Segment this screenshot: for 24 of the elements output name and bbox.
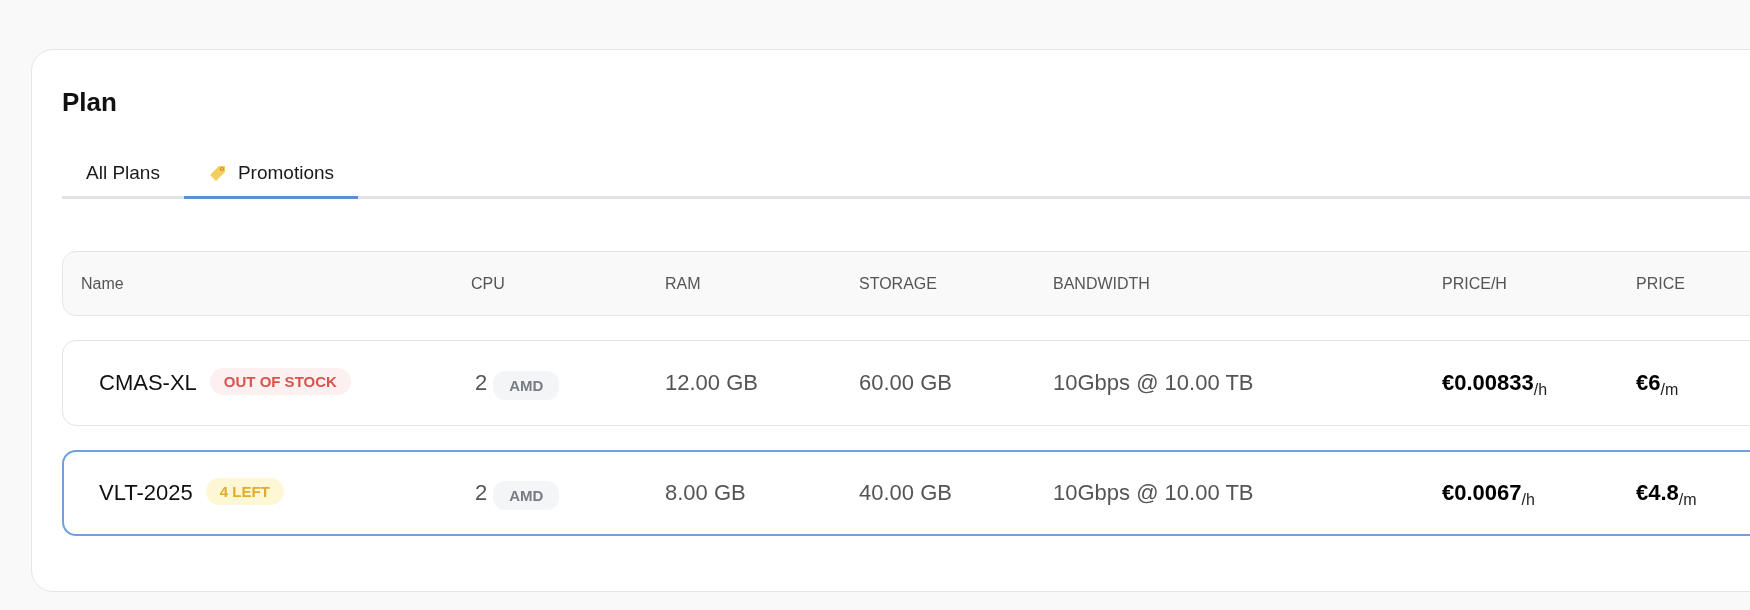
- cpu-count: 2: [475, 370, 488, 396]
- plan-name: CMAS-XL: [99, 370, 197, 396]
- bandwidth-value: 10Gbps @ 10.00 TB: [1053, 370, 1255, 396]
- column-header: BANDWIDTH: [1053, 274, 1151, 293]
- column-header: Name: [81, 274, 125, 293]
- cpu-vendor-badge: AMD: [493, 370, 560, 400]
- ram-value: 8.00 GB: [665, 480, 747, 506]
- page-title: Plan: [62, 86, 117, 118]
- storage-value: 40.00 GB: [859, 480, 953, 506]
- ram-value: 12.00 GB: [665, 370, 759, 396]
- tab[interactable]: All Plans: [62, 153, 184, 199]
- cpu-vendor-badge: AMD: [493, 480, 560, 510]
- column-header: RAM: [665, 274, 702, 293]
- cpu-count: 2: [475, 480, 488, 506]
- column-header: STORAGE: [859, 274, 938, 293]
- column-header: PRICE: [1636, 274, 1685, 293]
- storage-value: 60.00 GB: [859, 370, 953, 396]
- plan-name: VLT-2025: [99, 480, 193, 506]
- column-header: CPU: [471, 274, 506, 293]
- stock-badge: OUT OF STOCK: [209, 367, 351, 395]
- bandwidth-value: 10Gbps @ 10.00 TB: [1053, 480, 1255, 506]
- tab[interactable]: Promotions: [183, 153, 359, 199]
- column-header: PRICE/H: [1442, 274, 1508, 293]
- stock-badge: 4 LEFT: [205, 477, 284, 505]
